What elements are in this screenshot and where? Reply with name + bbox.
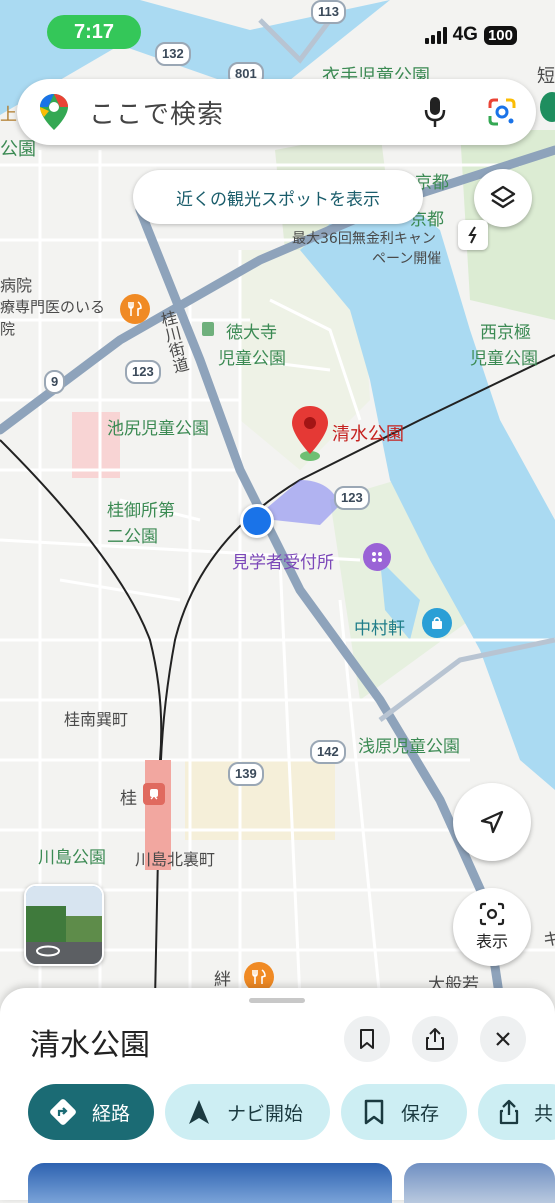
map-label: キ xyxy=(543,930,555,950)
microphone-icon[interactable] xyxy=(423,95,447,129)
shopping-bag-icon[interactable] xyxy=(422,608,452,638)
map-label[interactable]: 児童公園 xyxy=(470,344,538,369)
park-icon xyxy=(202,322,214,336)
map-label[interactable]: 見学者受付所 xyxy=(232,548,334,573)
navigation-icon xyxy=(189,1100,209,1124)
nearby-attractions-chip[interactable]: 近くの観光スポットを表示 xyxy=(133,170,423,224)
map-label[interactable]: 中村軒 xyxy=(354,614,405,639)
road-shield: 139 xyxy=(228,762,264,786)
share-label: 共 xyxy=(534,1102,554,1125)
map-label[interactable]: 療専門医のいる xyxy=(0,296,105,317)
place-photo[interactable] xyxy=(404,1163,555,1203)
map-label[interactable]: 最大36回無金利キャン xyxy=(292,228,436,248)
road-shield: 9 xyxy=(44,370,66,394)
share-button[interactable] xyxy=(412,1016,458,1062)
directions-icon xyxy=(50,1099,76,1125)
bookmark-button[interactable] xyxy=(344,1016,390,1062)
map-label: 短 xyxy=(537,66,555,87)
search-input[interactable]: ここで検索 xyxy=(89,94,224,131)
map-label[interactable]: 桂御所第 xyxy=(107,496,175,521)
search-bar[interactable]: ここで検索 xyxy=(17,79,536,145)
map-label[interactable]: 川島公園 xyxy=(38,843,106,868)
share-action-button[interactable]: 共 xyxy=(478,1084,555,1140)
map-label: 上 xyxy=(0,105,17,125)
sheet-handle[interactable] xyxy=(249,998,305,1003)
map-label[interactable]: 児童公園 xyxy=(218,344,286,369)
navigation-arrow-icon xyxy=(480,810,504,834)
map-label[interactable]: 二公園 xyxy=(107,522,158,547)
battery-indicator: 100 xyxy=(483,25,517,45)
place-sheet[interactable]: 清水公園 経路 ナビ開始 保存 共 xyxy=(0,988,555,1203)
place-pin-icon[interactable] xyxy=(288,404,332,462)
start-navigation-button[interactable]: ナビ開始 xyxy=(165,1084,330,1140)
place-photo[interactable] xyxy=(28,1163,392,1203)
status-time: 7:17 xyxy=(47,15,141,49)
map-label[interactable]: 病院 xyxy=(0,272,32,296)
current-location-dot xyxy=(240,504,274,538)
save-button[interactable]: 保存 xyxy=(341,1084,467,1140)
signal-icon xyxy=(424,26,447,44)
bookmark-icon xyxy=(360,1029,374,1049)
map-label[interactable]: 絆 xyxy=(214,965,231,990)
maps-logo-icon xyxy=(40,94,68,130)
map-label[interactable]: 浅原児童公園 xyxy=(358,732,460,757)
station-label[interactable]: 桂 xyxy=(120,784,137,809)
map-label: 桂南巽町 xyxy=(64,710,129,729)
close-button[interactable] xyxy=(480,1016,526,1062)
train-station-icon[interactable] xyxy=(143,783,165,805)
network-type: 4G xyxy=(452,24,478,45)
map-label[interactable]: 徳大寺 xyxy=(226,318,277,343)
road-shield: 123 xyxy=(125,360,161,384)
start-navigation-label: ナビ開始 xyxy=(227,1102,304,1125)
map-label[interactable]: ペーン開催 xyxy=(372,248,441,268)
street-view-thumbnail[interactable] xyxy=(24,884,104,966)
map-label[interactable]: 西京極 xyxy=(480,318,531,343)
directions-button[interactable]: 経路 xyxy=(28,1084,154,1140)
directions-label: 経路 xyxy=(92,1102,131,1125)
lens-show-button[interactable]: 表示 xyxy=(453,888,531,966)
camera-search-icon xyxy=(479,902,505,926)
cycling-icon[interactable] xyxy=(458,220,488,250)
save-label: 保存 xyxy=(401,1102,440,1125)
map-label: 院 xyxy=(0,320,16,338)
share-icon xyxy=(499,1099,519,1125)
road-shield: 132 xyxy=(155,42,191,66)
google-lens-icon[interactable] xyxy=(487,97,517,127)
my-location-button[interactable] xyxy=(453,783,531,861)
rotate-360-icon xyxy=(36,945,60,957)
bookmark-icon xyxy=(364,1099,384,1125)
layers-icon xyxy=(490,185,516,209)
restaurant-icon[interactable] xyxy=(120,294,150,324)
place-title: 清水公園 xyxy=(30,1028,150,1063)
road-shield: 123 xyxy=(334,486,370,510)
road-shield: 113 xyxy=(311,0,346,24)
show-label: 表示 xyxy=(475,932,508,951)
map-label[interactable]: 池尻児童公園 xyxy=(107,414,209,439)
close-icon xyxy=(496,1032,510,1046)
road-shield: 142 xyxy=(310,740,346,764)
map-label: 川島北裏町 xyxy=(135,850,216,869)
layers-button[interactable] xyxy=(474,169,532,227)
status-indicators: 4G 100 xyxy=(424,24,517,46)
attraction-icon[interactable] xyxy=(363,543,391,571)
share-icon xyxy=(426,1028,444,1050)
selected-place-label[interactable]: 清水公園 xyxy=(332,420,404,446)
